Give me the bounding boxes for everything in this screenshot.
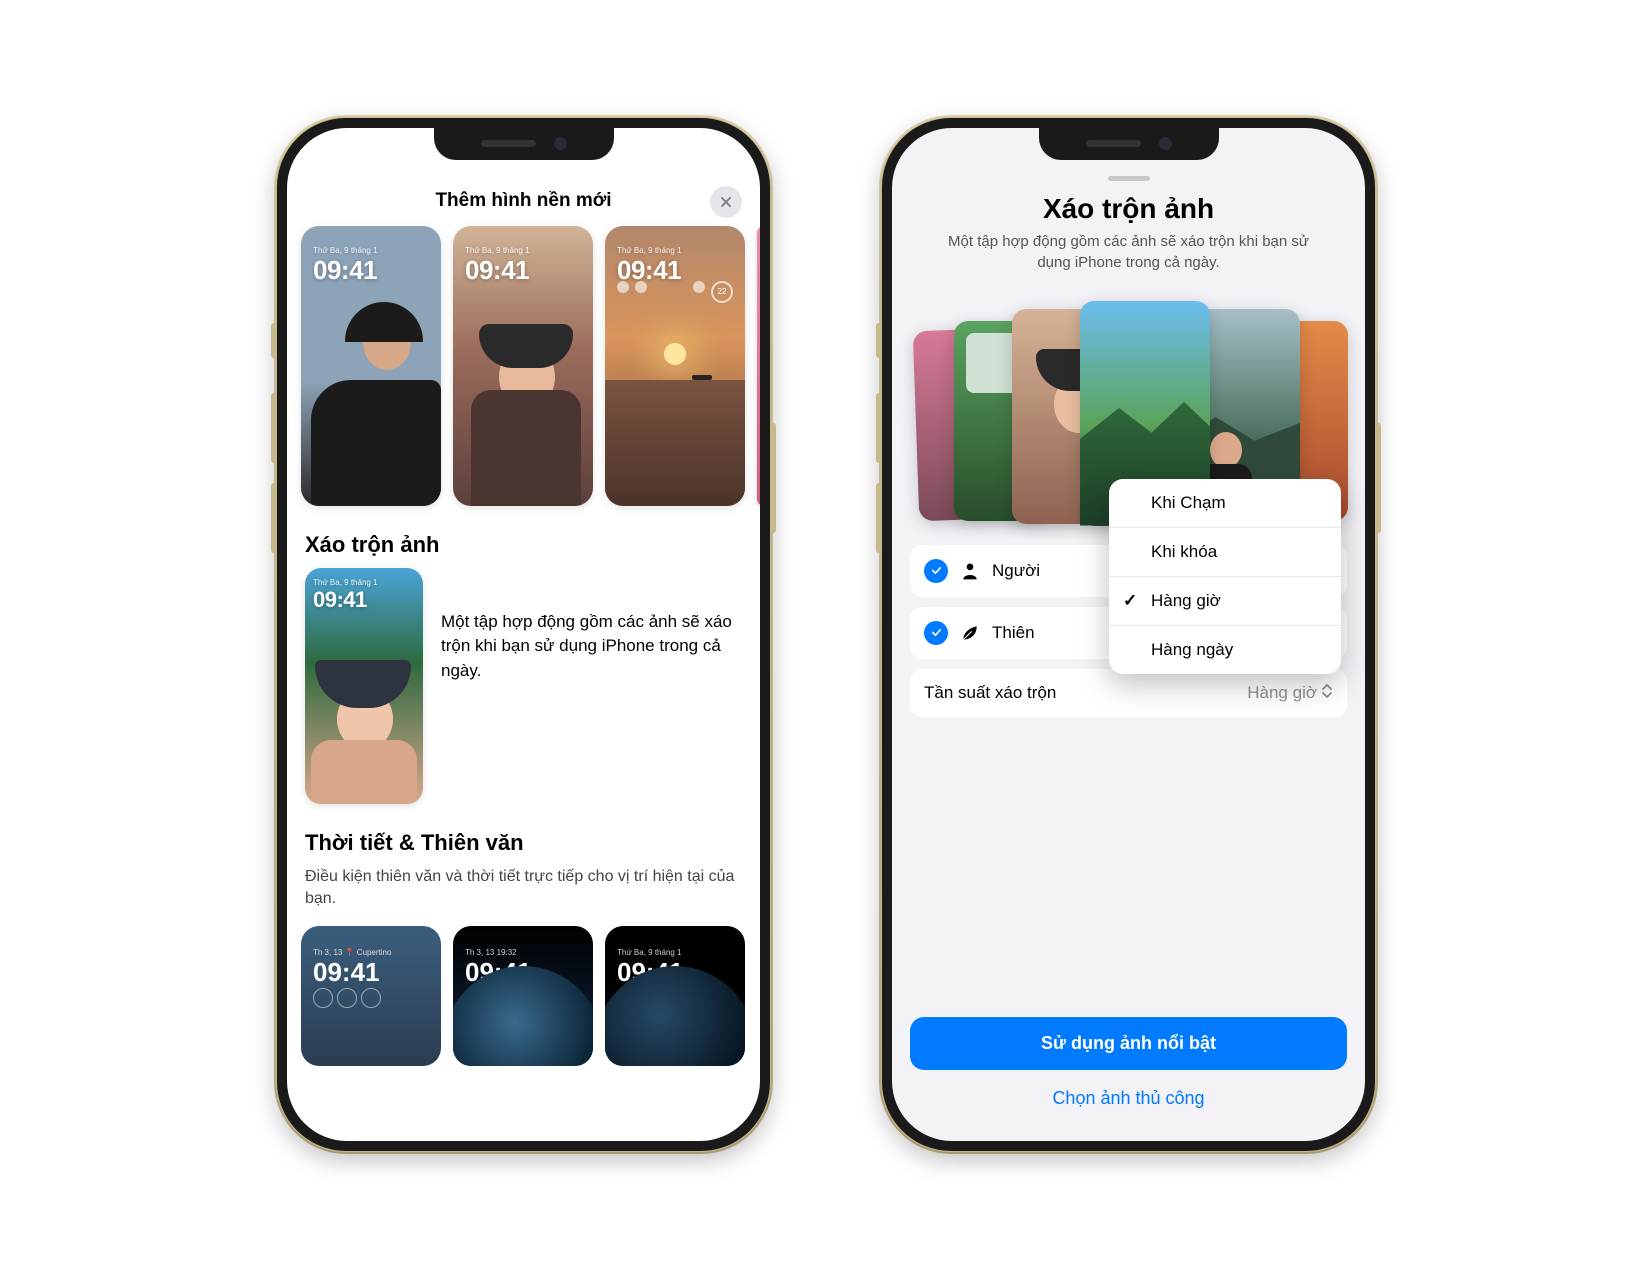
option-label: Người: [992, 561, 1040, 581]
frequency-value: Hàng giờ: [1247, 683, 1317, 703]
preview-clock: 09:41: [465, 255, 530, 286]
preview-date: Thứ Ba, 9 tháng 1: [313, 246, 378, 255]
notch: [434, 128, 614, 160]
weather-card[interactable]: Thứ Ba, 9 tháng 1 09:41: [605, 926, 745, 1066]
wallpaper-preview-card[interactable]: [757, 226, 760, 506]
notch: [1039, 128, 1219, 160]
frequency-label: Tần suất xáo trộn: [924, 683, 1056, 703]
page-subtitle: Một tập hợp động gồm các ảnh sẽ xáo trộn…: [892, 225, 1365, 289]
section-title-shuffle: Xáo trộn ảnh: [287, 520, 760, 568]
option-label: Thiên: [992, 623, 1035, 643]
preview-clock: 09:41: [313, 255, 378, 286]
wallpaper-preview-card[interactable]: Thứ Ba, 9 tháng 1 09:41: [301, 226, 441, 506]
preview-date: Thứ Ba, 9 tháng 1: [617, 246, 682, 255]
section-title-weather: Thời tiết & Thiên văn: [287, 818, 760, 866]
phone-left: Thêm hình nền mới Thứ Ba, 9 tháng 1 09:4…: [276, 117, 771, 1152]
popup-item-on-tap[interactable]: Khi Chạm: [1109, 479, 1341, 528]
weather-row[interactable]: Th 3, 13 📍 Cupertino 09:41 Th 3, 13 19:3…: [287, 920, 760, 1066]
page-title: Xáo trộn ảnh: [892, 193, 1365, 225]
shuffle-preview-card[interactable]: Thứ Ba, 9 tháng 1 09:41: [305, 568, 423, 804]
popup-item-on-lock[interactable]: Khi khóa: [1109, 528, 1341, 577]
shuffle-description: Một tập hợp động gồm các ảnh sẽ xáo trộn…: [441, 568, 742, 684]
popup-item-daily[interactable]: Hàng ngày: [1109, 626, 1341, 674]
frequency-row[interactable]: Tần suất xáo trộn Hàng giờ: [910, 669, 1347, 717]
wallpaper-preview-row[interactable]: Thứ Ba, 9 tháng 1 09:41 Thứ Ba, 9 tháng …: [287, 226, 760, 520]
wallpaper-preview-card[interactable]: Thứ Ba, 9 tháng 1 09:41 22: [605, 226, 745, 506]
preview-clock: 09:41: [313, 957, 391, 988]
preview-clock: 09:41: [313, 587, 378, 613]
close-button[interactable]: [710, 186, 742, 218]
phone-right: Xáo trộn ảnh Một tập hợp động gồm các ản…: [881, 117, 1376, 1152]
wallpaper-preview-card[interactable]: Thứ Ba, 9 tháng 1 09:41: [453, 226, 593, 506]
close-icon: [719, 195, 733, 209]
sheet-grabber[interactable]: [1108, 176, 1150, 181]
preview-date: Th 3, 13 19:32: [465, 948, 532, 957]
popup-item-hourly[interactable]: Hàng giờ: [1109, 577, 1341, 626]
choose-manually-link[interactable]: Chọn ảnh thủ công: [910, 1070, 1347, 1109]
sheet-title: Thêm hình nền mới: [287, 190, 760, 212]
preview-date: Thứ Ba, 9 tháng 1: [313, 578, 378, 587]
weather-card[interactable]: Th 3, 13 19:32 09:41: [453, 926, 593, 1066]
chevron-up-down-icon: [1321, 683, 1333, 702]
weather-card[interactable]: Th 3, 13 📍 Cupertino 09:41: [301, 926, 441, 1066]
sheet-header: Thêm hình nền mới: [287, 176, 760, 226]
frequency-popup: Khi Chạm Khi khóa Hàng giờ Hàng ngày: [1109, 479, 1341, 674]
leaf-icon: [960, 623, 980, 643]
checkmark-badge-icon: [924, 621, 948, 645]
section-subtitle-weather: Điều kiện thiên văn và thời tiết trực ti…: [287, 866, 760, 921]
widget-temperature: 22: [711, 281, 733, 303]
checkmark-badge-icon: [924, 559, 948, 583]
use-featured-button[interactable]: Sử dụng ảnh nổi bật: [910, 1017, 1347, 1070]
preview-date: Th 3, 13 📍 Cupertino: [313, 948, 391, 957]
screen-right: Xáo trộn ảnh Một tập hợp động gồm các ản…: [892, 128, 1365, 1141]
person-icon: [960, 561, 980, 581]
screen-left: Thêm hình nền mới Thứ Ba, 9 tháng 1 09:4…: [287, 128, 760, 1141]
preview-date: Thứ Ba, 9 tháng 1: [617, 948, 684, 957]
preview-date: Thứ Ba, 9 tháng 1: [465, 246, 530, 255]
